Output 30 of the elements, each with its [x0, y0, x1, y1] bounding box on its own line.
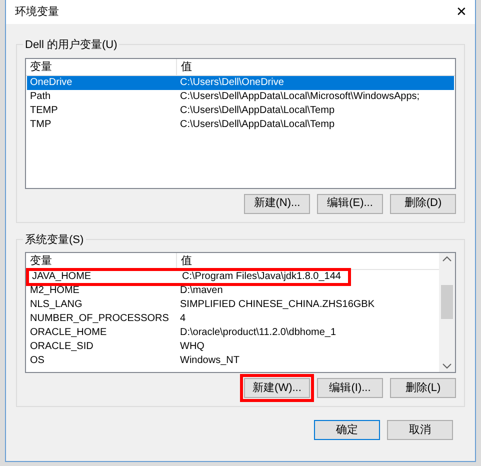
list-row[interactable]: ORACLE_SID WHQ: [27, 340, 438, 354]
column-header[interactable]: 变量: [26, 58, 177, 74]
list-row[interactable]: ORACLE_HOME D:\oracle\product\11.2.0\dbhome_1: [27, 326, 438, 340]
scrollbar[interactable]: [439, 253, 455, 372]
column-header[interactable]: 值: [177, 253, 196, 269]
list-row[interactable]: JAVA_HOME C:\Program Files\Java\jdk1.8.0_144: [26, 268, 351, 286]
action-button[interactable]: 编辑(E)...: [317, 194, 383, 214]
column-header[interactable]: 值: [177, 58, 196, 74]
dialog-button[interactable]: 取消: [387, 420, 453, 440]
list-row[interactable]: OneDrive C:\Users\Dell\OneDrive: [27, 76, 454, 90]
variable-list[interactable]: 变量 值 OneDrive C:\Users\Dell\OneDrive Path C:\Users\Dell\AppData\Local\Microsoft\WindowsApps; TEMP C:\Users\Dell\AppData\Local\Temp TMP C:\Users\Dell\AppData\Local\Temp: [25, 58, 456, 188]
close-button[interactable]: ✕: [456, 2, 467, 22]
list-row[interactable]: NLS_LANG SIMPLIFIED CHINESE_CHINA.ZHS16GBK: [27, 298, 438, 312]
group-label: 系统变量(S): [23, 232, 86, 248]
list-row[interactable]: TMP C:\Users\Dell\AppData\Local\Temp: [27, 118, 454, 132]
action-button[interactable]: 新建(W)...: [244, 378, 310, 398]
window-title: 环境变量: [15, 4, 59, 20]
group-label: Dell 的用户变量(U): [23, 37, 120, 54]
variable-list[interactable]: [25, 252, 456, 373]
list-row[interactable]: OS Windows_NT: [27, 354, 438, 368]
list-row[interactable]: TEMP C:\Users\Dell\AppData\Local\Temp: [27, 104, 454, 118]
list-row[interactable]: Path C:\Users\Dell\AppData\Local\Microsoft\WindowsApps;: [27, 90, 454, 104]
list-row[interactable]: M2_HOME D:\maven: [27, 284, 438, 298]
action-button[interactable]: 删除(D): [390, 194, 456, 214]
dialog-button[interactable]: 确定: [314, 420, 380, 440]
action-button[interactable]: 删除(L): [390, 378, 456, 398]
list-row[interactable]: NUMBER_OF_PROCESSORS 4: [27, 312, 438, 326]
scroll-thumb[interactable]: [441, 285, 453, 319]
action-button[interactable]: 新建(N)...: [244, 194, 310, 214]
action-button[interactable]: 编辑(I)...: [317, 378, 383, 398]
